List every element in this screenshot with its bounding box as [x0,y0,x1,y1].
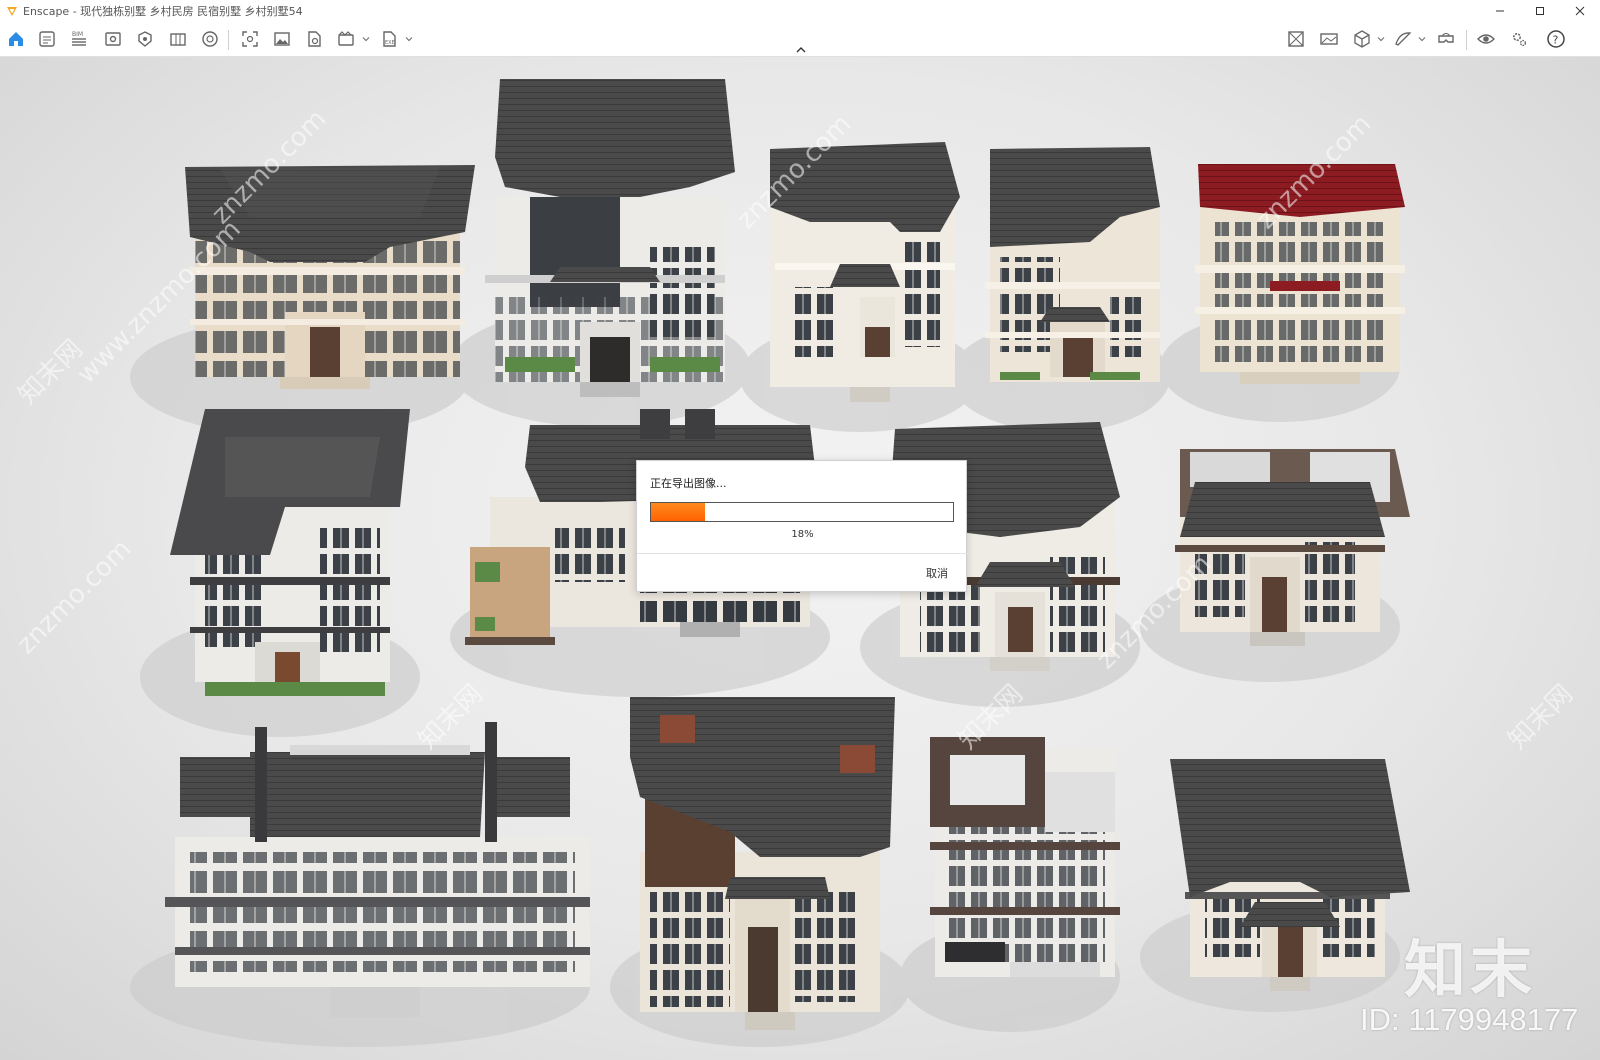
view-management-button[interactable] [101,27,125,51]
progress-percent: 18% [791,529,814,540]
window-title: Enscape - 现代独栋别墅 乡村民房 民宿别墅 乡村别墅54 [23,5,303,18]
help-button[interactable]: ? [1544,27,1568,51]
home-icon [9,32,23,46]
batch-rendering-button[interactable] [166,27,190,51]
visibility-icon [1477,34,1495,44]
materials-button[interactable] [198,27,222,51]
visibility-button[interactable] [1474,27,1498,51]
bim-icon: BIM [72,31,86,46]
minimize-button[interactable] [1480,0,1520,22]
capture-icon [138,31,152,47]
bim-button[interactable]: BIM [67,27,91,51]
export-file-button[interactable] [302,27,326,51]
materials-icon [202,31,218,47]
villa-model [930,737,1120,977]
svg-text:?: ? [1553,34,1559,47]
villa-model [170,409,410,696]
export-progress-dialog: 正在导出图像... 18% 取消 [636,460,968,592]
dialog-divider [637,553,968,554]
svg-text:EXE: EXE [385,40,395,46]
image-gallery-button[interactable] [270,27,294,51]
image-gallery-icon [274,32,290,46]
villa-model [1175,449,1410,646]
maximize-icon [1536,7,1544,15]
asset-library-icon [39,31,55,47]
panorama-icon [1320,33,1338,45]
progress-bar [650,502,954,522]
enscape-logo-icon [7,7,17,16]
dialog-title: 正在导出图像... [650,477,727,490]
maximize-button[interactable] [1520,0,1560,22]
window-controls [1480,0,1600,22]
villa-model [485,79,735,397]
brand-logo-text: 知末 [1404,933,1537,1006]
panorama-button[interactable] [1317,27,1341,51]
settings-icon [1513,33,1527,47]
villa-model [770,142,960,402]
chevron-down-icon[interactable] [362,35,370,43]
cube-view-button[interactable] [1350,27,1374,51]
villa-model [985,147,1160,382]
capture-button[interactable] [133,27,157,51]
close-icon [1575,6,1585,16]
chevron-down-icon[interactable] [405,35,413,43]
settings-button[interactable] [1507,27,1531,51]
video-export-icon [338,31,354,46]
vr-headset-button[interactable] [1434,27,1458,51]
export-file-icon [308,31,321,47]
map-view-icon [1288,31,1304,47]
title-bar: Enscape - 现代独栋别墅 乡村民房 民宿别墅 乡村别墅54 [0,0,1600,22]
svg-text:BIM: BIM [72,31,83,38]
sketch-icon [1395,32,1412,46]
home-button[interactable] [4,27,28,51]
toolbar-separator [228,30,229,50]
minimize-icon [1496,10,1504,12]
view-management-icon [105,32,121,46]
screenshot-icon [242,31,258,47]
exe-export-button[interactable]: EXE [377,27,401,51]
progress-bar-fill [651,503,706,521]
villa-model [165,722,590,1017]
screenshot-button[interactable] [238,27,262,51]
sketch-button[interactable] [1391,27,1415,51]
villa-model [1170,759,1410,991]
exe-export-icon: EXE [383,31,396,47]
cube-view-icon [1354,30,1370,48]
map-view-button[interactable] [1284,27,1308,51]
villa-model [1195,164,1405,384]
chevron-down-icon[interactable] [1418,35,1426,43]
vr-headset-icon [1438,33,1454,43]
chevron-down-icon[interactable] [1377,35,1385,43]
close-window-button[interactable] [1560,0,1600,22]
villa-model [630,697,895,1030]
batch-rendering-icon [170,33,186,46]
video-export-button[interactable] [334,27,358,51]
villa-model [185,165,475,389]
collapse-toolbar-chevron-icon[interactable] [794,45,808,55]
cancel-button[interactable]: 取消 [926,565,948,581]
help-icon: ? [1547,30,1565,48]
toolbar-separator [1466,30,1467,50]
brand-id-text: ID: 1179948177 [1360,1002,1579,1037]
asset-library-button[interactable] [35,27,59,51]
